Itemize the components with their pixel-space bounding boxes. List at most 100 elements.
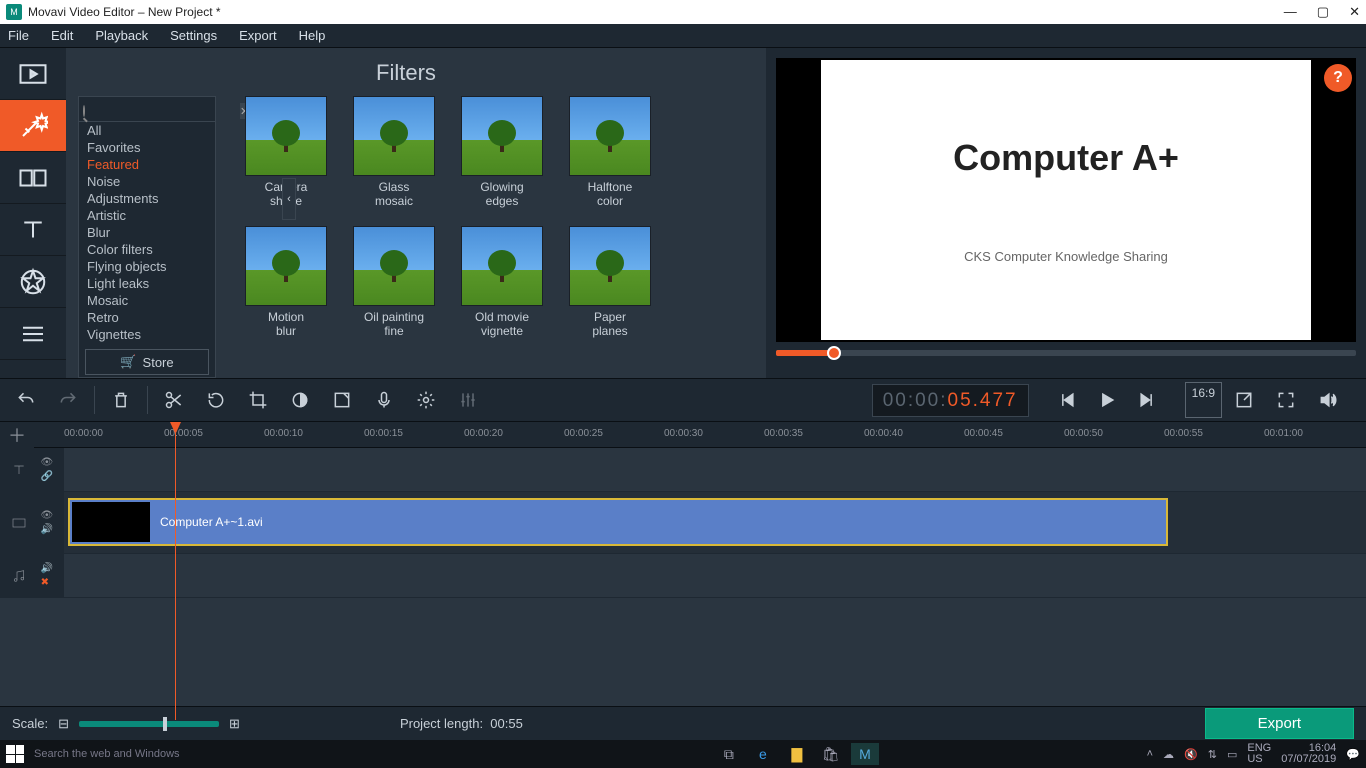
tray-battery-icon[interactable]: ▭: [1227, 748, 1237, 761]
volume-button[interactable]: [1308, 382, 1348, 418]
visibility-icon[interactable]: 👁: [40, 457, 53, 468]
filter-thumb[interactable]: Oil paintingfine: [342, 226, 446, 356]
tray-onedrive-icon[interactable]: ☁: [1163, 748, 1174, 761]
filter-thumb[interactable]: Glowingedges: [450, 96, 554, 226]
filters-title: Filters: [66, 48, 746, 96]
start-button[interactable]: [6, 745, 24, 763]
menu-bar: File Edit Playback Settings Export Help: [0, 24, 1366, 48]
rotate-button[interactable]: [196, 382, 236, 418]
tray-volume-icon[interactable]: 🔇: [1184, 748, 1198, 761]
aspect-ratio-selector[interactable]: 16:9: [1185, 382, 1222, 418]
taskbar-search[interactable]: Search the web and Windows: [34, 748, 180, 760]
filter-thumbnails: CamerashakeGlassmosaicGlowingedgesHalfto…: [216, 96, 746, 378]
edge-icon[interactable]: e: [749, 743, 777, 765]
fullscreen-button[interactable]: [1266, 382, 1306, 418]
menu-export[interactable]: Export: [239, 28, 277, 43]
color-adjust-button[interactable]: [280, 382, 320, 418]
filter-category-flying-objects[interactable]: Flying objects: [79, 258, 215, 275]
filter-category-adjustments[interactable]: Adjustments: [79, 190, 215, 207]
record-audio-button[interactable]: [364, 382, 404, 418]
split-button[interactable]: [154, 382, 194, 418]
menu-file[interactable]: File: [8, 28, 29, 43]
export-button[interactable]: Export: [1205, 708, 1354, 739]
add-track-button[interactable]: ＋: [8, 422, 26, 448]
prev-frame-button[interactable]: [1049, 382, 1085, 418]
filter-category-vignettes[interactable]: Vignettes: [79, 326, 215, 343]
clip-properties-button[interactable]: [322, 382, 362, 418]
close-button[interactable]: ✕: [1349, 4, 1360, 20]
filter-category-retro[interactable]: Retro: [79, 309, 215, 326]
redo-button[interactable]: [48, 382, 88, 418]
preview-slide-subtitle: CKS Computer Knowledge Sharing: [964, 249, 1168, 264]
minimize-button[interactable]: —: [1284, 4, 1297, 20]
menu-settings[interactable]: Settings: [170, 28, 217, 43]
app-movavi-icon[interactable]: M: [851, 743, 879, 765]
help-button[interactable]: ?: [1324, 64, 1352, 92]
filter-thumb[interactable]: Old movievignette: [450, 226, 554, 356]
delete-button[interactable]: [101, 382, 141, 418]
timecode-display[interactable]: 00:00:05.477: [872, 384, 1029, 417]
filter-category-artistic[interactable]: Artistic: [79, 207, 215, 224]
filter-label: Halftonecolor: [588, 180, 633, 209]
filter-search-input[interactable]: [85, 104, 240, 118]
mute-icon[interactable]: 🔊: [41, 563, 53, 574]
tool-titles[interactable]: [0, 204, 66, 256]
store-icon[interactable]: 🛍: [817, 743, 845, 765]
tool-import[interactable]: [0, 48, 66, 100]
filter-category-blur[interactable]: Blur: [79, 224, 215, 241]
filter-preview-icon: [461, 226, 543, 306]
tray-network-icon[interactable]: ⇅: [1208, 748, 1217, 761]
mute-icon[interactable]: 🔊: [40, 524, 53, 535]
zoom-in-button[interactable]: ⊞: [229, 716, 240, 732]
tool-filters[interactable]: [0, 100, 66, 152]
filter-thumb[interactable]: Halftonecolor: [558, 96, 662, 226]
store-button[interactable]: 🛒 Store: [85, 349, 209, 375]
tool-transitions[interactable]: [0, 152, 66, 204]
filter-category-mosaic[interactable]: Mosaic: [79, 292, 215, 309]
fx-icon[interactable]: ✖: [41, 577, 53, 588]
tray-notifications-icon[interactable]: 💬: [1346, 748, 1360, 761]
tray-up-icon[interactable]: ˄: [1147, 748, 1153, 760]
undo-button[interactable]: [6, 382, 46, 418]
link-icon[interactable]: 🔗: [40, 471, 53, 482]
filter-thumb[interactable]: Paperplanes: [558, 226, 662, 356]
tool-more[interactable]: [0, 308, 66, 360]
audio-mixer-button[interactable]: [448, 382, 488, 418]
menu-playback[interactable]: Playback: [95, 28, 148, 43]
audio-track[interactable]: 🔊✖: [0, 554, 1366, 598]
title-track[interactable]: 👁🔗: [0, 448, 1366, 492]
ruler-mark: 00:01:00: [1264, 428, 1303, 439]
menu-edit[interactable]: Edit: [51, 28, 73, 43]
filter-category-noise[interactable]: Noise: [79, 173, 215, 190]
menu-help[interactable]: Help: [299, 28, 326, 43]
zoom-out-button[interactable]: ⊟: [58, 716, 69, 732]
seek-bar[interactable]: [776, 350, 1356, 356]
filter-category-color-filters[interactable]: Color filters: [79, 241, 215, 258]
video-track[interactable]: 👁 🔊 Computer A+~1.avi: [0, 492, 1366, 554]
scale-slider[interactable]: [79, 721, 219, 727]
filter-category-favorites[interactable]: Favorites: [79, 139, 215, 156]
playhead[interactable]: [175, 422, 176, 720]
settings-button[interactable]: [406, 382, 446, 418]
seek-thumb[interactable]: [827, 346, 841, 360]
filter-thumb[interactable]: Glassmosaic: [342, 96, 446, 226]
ruler-mark: 00:00:05: [164, 428, 203, 439]
tool-stickers[interactable]: [0, 256, 66, 308]
maximize-button[interactable]: ▢: [1317, 4, 1329, 20]
filter-thumb[interactable]: Motionblur: [234, 226, 338, 356]
tray-lang[interactable]: ENGUS: [1247, 743, 1271, 765]
task-view-icon[interactable]: ⧉: [715, 743, 743, 765]
timeline-ruler[interactable]: ＋ 00:00:0000:00:0500:00:1000:00:1500:00:…: [0, 422, 1366, 448]
explorer-icon[interactable]: ▇: [783, 743, 811, 765]
filter-category-all[interactable]: All: [79, 122, 215, 139]
play-button[interactable]: [1089, 382, 1125, 418]
filter-category-light-leaks[interactable]: Light leaks: [79, 275, 215, 292]
next-frame-button[interactable]: [1129, 382, 1165, 418]
collapse-categories-button[interactable]: ‹: [282, 178, 296, 220]
detach-preview-button[interactable]: [1224, 382, 1264, 418]
filter-category-featured[interactable]: Featured: [79, 156, 215, 173]
visibility-icon[interactable]: 👁: [40, 510, 53, 521]
crop-button[interactable]: [238, 382, 278, 418]
video-clip[interactable]: Computer A+~1.avi: [68, 498, 1168, 546]
tray-clock[interactable]: 16:0407/07/2019: [1281, 743, 1336, 765]
